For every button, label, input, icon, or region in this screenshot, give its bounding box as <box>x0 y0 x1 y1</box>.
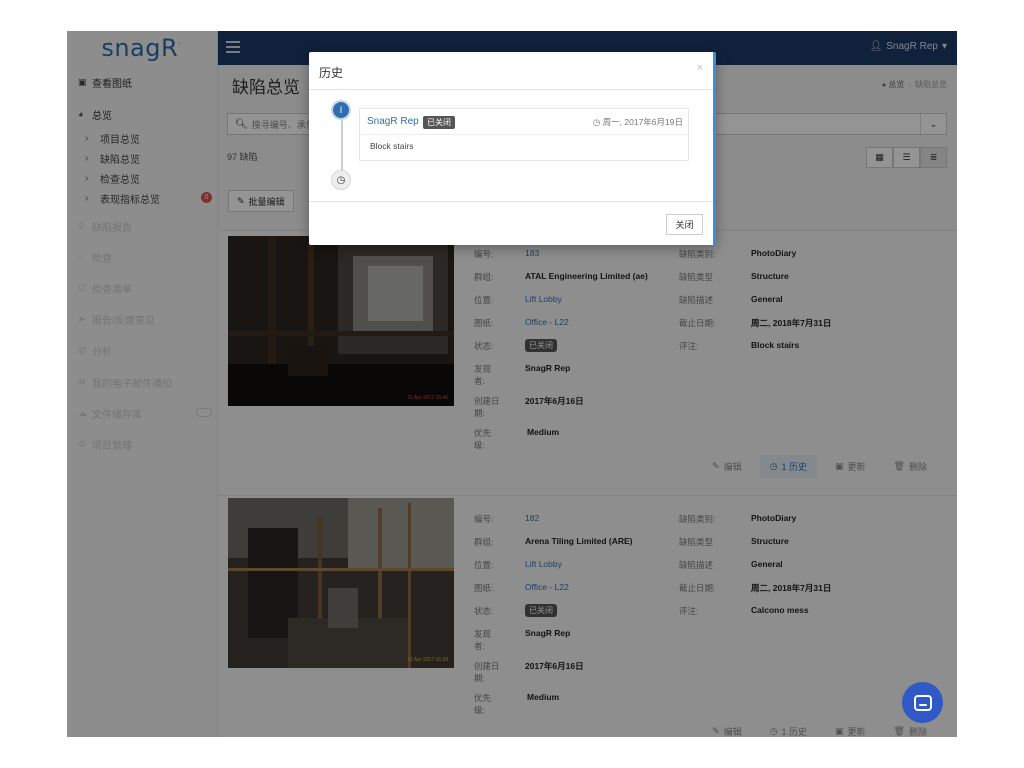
history-modal: 历史 × I ◷ SnagR Rep 已关闭 ◷ 周一, 2017年6月19日 … <box>309 52 716 245</box>
close-button[interactable]: 关闭 <box>666 214 703 235</box>
modal-footer: 关闭 <box>309 201 713 245</box>
modal-title: 历史 <box>319 66 344 80</box>
timeline-date-text: 周一, 2017年6月19日 <box>602 117 683 127</box>
timeline-entry: SnagR Rep 已关闭 ◷ 周一, 2017年6月19日 Block sta… <box>359 108 689 161</box>
clock-icon: ◷ <box>592 117 603 127</box>
chat-icon <box>913 694 932 711</box>
chat-launcher-button[interactable] <box>902 682 943 723</box>
timeline-user[interactable]: SnagR Rep <box>367 116 419 127</box>
timeline-entry-header: SnagR Rep 已关闭 ◷ 周一, 2017年6月19日 <box>360 109 688 135</box>
status-badge: 已关闭 <box>423 116 455 129</box>
clock-icon: ◷ <box>331 170 351 190</box>
modal-header: 历史 × <box>309 52 713 90</box>
timeline-date: ◷ 周一, 2017年6月19日 <box>593 116 683 128</box>
timeline-entry-badge: I <box>331 100 351 120</box>
timeline-comment: Block stairs <box>370 141 414 151</box>
close-icon[interactable]: × <box>697 62 703 74</box>
